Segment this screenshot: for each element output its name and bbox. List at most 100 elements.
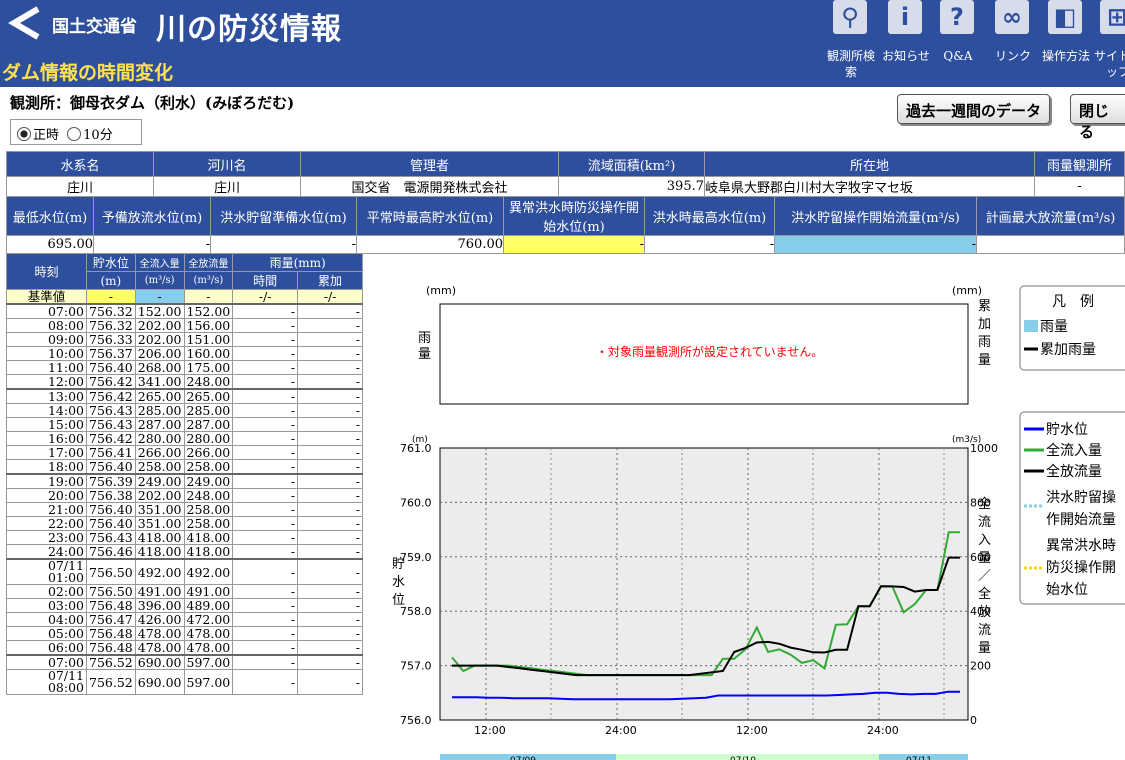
nav-mouse[interactable]: ◧ 操作方法 [1038, 0, 1094, 87]
site-title[interactable]: 川の防災情報 [156, 4, 342, 48]
cell-rain-hour: - [232, 318, 299, 333]
cell-level: 756.41 [86, 445, 136, 460]
water-system-value: 庄川 [6, 176, 154, 197]
cell-level: 756.48 [86, 626, 136, 641]
page-subtitle: ダム情報の時間変化 [2, 62, 174, 84]
nav-info[interactable]: i お知らせ [878, 0, 934, 87]
cell-time: 08:00 [6, 318, 87, 333]
cell-rain-hour: - [232, 626, 299, 641]
cell-rain-cum: - [297, 530, 363, 545]
cell-time: 20:00 [6, 488, 87, 503]
nav-sitemap[interactable]: ⊞ サイトマップ [1090, 0, 1125, 87]
table-row: 18:00 756.40 258.00 258.00- - [6, 459, 363, 475]
hourly-label: 正時 [33, 128, 60, 143]
cell-time: 24:00 [6, 544, 87, 560]
rain-station-value: - [1034, 176, 1125, 197]
cell-time: 16:00 [6, 431, 87, 446]
cell-time: 19:00 [6, 473, 87, 489]
col-river: 河川名 [153, 151, 301, 177]
legend-rain-label: 雨量 [1040, 319, 1068, 335]
legend-outflow: 全放流量 [1046, 463, 1102, 480]
cell-level: 756.42 [86, 374, 136, 390]
cell-level: 756.40 [86, 360, 136, 375]
nav-link[interactable]: ∞ リンク [985, 0, 1041, 87]
cell-inflow: 418.00 [134, 544, 185, 560]
y2-label: 全 [978, 496, 991, 512]
col-time: 時刻 [6, 253, 87, 290]
flood-max-level-value: - [644, 235, 775, 254]
cell-outflow: 152.00 [183, 303, 234, 319]
cell-time: 04:00 [6, 612, 87, 627]
cell-rain-cum: - [297, 332, 363, 347]
cell-rain-hour: - [232, 431, 299, 446]
nav-question[interactable]: ? Q&A [930, 0, 986, 87]
table-row: 21:00 756.40 351.00 258.00- - [6, 502, 363, 517]
nav-label: リンク [994, 49, 1031, 63]
manager-value: 国交省 電源開発株式会社 [300, 176, 559, 197]
table-row: 03:00 756.48 396.00 489.00- - [6, 598, 363, 613]
y-tick: 760.0 [400, 496, 432, 509]
cell-inflow: 258.00 [134, 459, 185, 475]
col-plan-max-discharge: 計画最大放流量(m³/s) [976, 196, 1125, 236]
cell-rain-cum: - [297, 303, 363, 319]
cell-outflow: 175.00 [183, 360, 234, 375]
cell-level: 756.42 [86, 431, 136, 446]
col-normal-max-level: 平常時最高貯水位(m) [356, 196, 504, 236]
x-tick: 24:00 [605, 724, 637, 737]
cell-rain-hour: - [232, 488, 299, 503]
y2-label: 放 [978, 605, 991, 620]
y2-label: 全 [978, 586, 991, 602]
base-level: - [86, 289, 136, 305]
table-row: 19:00 756.39 249.00 249.00- - [6, 473, 363, 489]
cell-outflow: 280.00 [183, 431, 234, 446]
nav-search[interactable]: ⚲ 観測所検索 [823, 0, 879, 87]
cell-inflow: 690.00 [134, 654, 185, 670]
hourly-radio[interactable] [17, 127, 31, 141]
legend-title: 凡 例 [1052, 294, 1094, 310]
col-inflow: 全流入量 [134, 253, 185, 272]
ten-min-radio[interactable] [67, 127, 82, 141]
col-abnormal-flood-level: 異常洪水時防災操作開始水位(m) [503, 196, 645, 236]
cell-rain-cum: - [297, 488, 363, 503]
cell-rain-hour: - [232, 612, 299, 627]
cell-inflow: 202.00 [134, 332, 185, 347]
cell-rain-hour: - [232, 388, 299, 404]
river-logo-icon [8, 6, 40, 40]
station-name: 観測所：御母衣ダム（利水）(みぼろだむ) [10, 94, 295, 112]
cell-inflow: 206.00 [134, 346, 185, 361]
table-row: 07/11 01:00 756.50 492.00 492.00- - [6, 558, 363, 585]
cell-inflow: 285.00 [134, 403, 185, 418]
cell-rain-cum: - [297, 626, 363, 641]
question-icon: ? [940, 0, 974, 34]
cell-rain-cum: - [297, 584, 363, 599]
col-reserve-level: 予備放流水位(m) [93, 196, 211, 236]
ministry-name: 国土交通省 [52, 17, 137, 37]
legend-abnormal: 異常洪水時 [1046, 538, 1116, 554]
ten-min-label: 10分 [83, 128, 113, 143]
table-row: 20:00 756.38 202.00 248.00- - [6, 488, 363, 503]
cell-time: 12:00 [6, 374, 87, 390]
table-row: 17:00 756.41 266.00 266.00- - [6, 445, 363, 460]
cell-inflow: 202.00 [134, 318, 185, 333]
col-level: 貯水位 [86, 253, 136, 272]
col-location: 所在地 [704, 151, 1035, 177]
legend-inflow: 全流入量 [1046, 442, 1102, 459]
table-row: 09:00 756.33 202.00 151.00- - [6, 332, 363, 347]
cell-inflow: 249.00 [134, 473, 185, 489]
station-info-table: 水系名 河川名 管理者 流域面積(km²) 所在地 雨量観測所 庄川 庄川 国交… [6, 151, 1125, 197]
cell-inflow: 690.00 [134, 669, 185, 695]
abnormal-flood-level-value: - [503, 235, 645, 254]
cell-level: 756.48 [86, 598, 136, 613]
nav-label: 操作方法 [1041, 49, 1090, 63]
table-row: 15:00 756.43 287.00 287.00- - [6, 417, 363, 432]
y2-label: 流 [978, 515, 991, 530]
close-button[interactable]: 閉じる [1070, 94, 1125, 141]
cell-time: 02:00 [6, 584, 87, 599]
past-week-button[interactable]: 過去一週間のデータ [897, 94, 1051, 124]
rain-y2label: 加 [978, 317, 991, 332]
flood-prep-level-value: - [210, 235, 357, 254]
cell-rain-hour: - [232, 516, 299, 531]
cell-rain-hour: - [232, 598, 299, 613]
col-level-unit: (m) [86, 271, 136, 290]
table-row: 05:00 756.48 478.00 478.00- - [6, 626, 363, 641]
